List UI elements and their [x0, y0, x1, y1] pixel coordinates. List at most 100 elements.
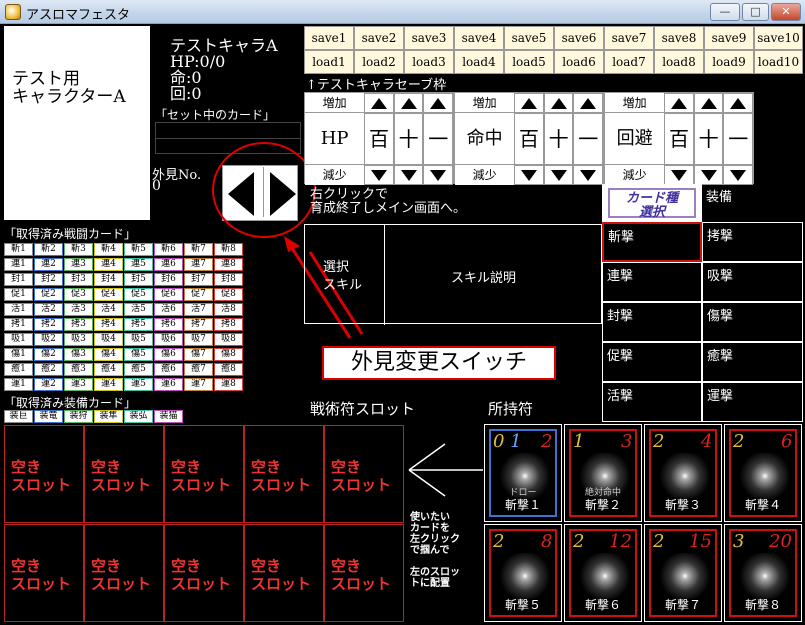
owned-card[interactable]: 1 3 斬撃２ 絶対命中: [564, 424, 642, 522]
tactic-card-運2[interactable]: 運2: [34, 378, 63, 391]
tactic-card-斬3[interactable]: 斬3: [64, 243, 93, 256]
owned-card[interactable]: 2 6 斬撃４: [724, 424, 802, 522]
equip-card-装竜[interactable]: 装竜: [34, 410, 63, 423]
decrease-ten-button[interactable]: [543, 165, 574, 185]
save-slot-7[interactable]: save7: [604, 26, 654, 50]
tactic-card-吸6[interactable]: 吸6: [154, 333, 183, 346]
tactic-card-連4[interactable]: 連4: [94, 258, 123, 271]
decrease-hundred-button[interactable]: [664, 165, 694, 185]
tactic-card-吸1[interactable]: 吸1: [4, 333, 33, 346]
increase-one-button[interactable]: [723, 93, 753, 113]
save-slot-6[interactable]: save6: [554, 26, 604, 50]
card-type-select-button[interactable]: カード種 選択: [608, 188, 696, 220]
tactic-card-活6[interactable]: 活6: [154, 303, 183, 316]
tactic-card-傷5[interactable]: 傷5: [124, 348, 153, 361]
category-促撃[interactable]: 促撃: [602, 342, 702, 382]
tactic-card-促8[interactable]: 促8: [214, 288, 243, 301]
owned-card[interactable]: 3 20 斬撃８: [724, 524, 802, 622]
decrease-one-button[interactable]: [423, 165, 453, 185]
equip-card-装隼[interactable]: 装隼: [94, 410, 123, 423]
tactic-card-促6[interactable]: 促6: [154, 288, 183, 301]
decrease-one-button[interactable]: [573, 165, 603, 185]
save-slot-9[interactable]: save9: [704, 26, 754, 50]
tactic-card-癒2[interactable]: 癒2: [34, 363, 63, 376]
increase-ten-button[interactable]: [393, 93, 424, 113]
tactic-card-拷1[interactable]: 拷1: [4, 318, 33, 331]
tactic-card-封8[interactable]: 封8: [214, 273, 243, 286]
tactic-card-癒6[interactable]: 癒6: [154, 363, 183, 376]
minimize-button[interactable]: —: [710, 3, 740, 21]
owned-card[interactable]: 2 8 斬撃５: [484, 524, 562, 622]
tactic-card-癒1[interactable]: 癒1: [4, 363, 33, 376]
tactic-card-封2[interactable]: 封2: [34, 273, 63, 286]
save-slot-2[interactable]: save2: [354, 26, 404, 50]
category-連撃[interactable]: 連撃: [602, 262, 702, 302]
increase-one-button[interactable]: [573, 93, 603, 113]
increase-ten-button[interactable]: [693, 93, 724, 113]
save-slot-8[interactable]: save8: [654, 26, 704, 50]
tactic-card-活7[interactable]: 活7: [184, 303, 213, 316]
tactic-card-活2[interactable]: 活2: [34, 303, 63, 316]
equip-card-装弘[interactable]: 装弘: [124, 410, 153, 423]
tactic-card-促5[interactable]: 促5: [124, 288, 153, 301]
equip-card-装猫[interactable]: 装猫: [154, 410, 183, 423]
tactic-card-拷2[interactable]: 拷2: [34, 318, 63, 331]
tactic-card-活3[interactable]: 活3: [64, 303, 93, 316]
tactic-card-癒7[interactable]: 癒7: [184, 363, 213, 376]
tactic-card-封6[interactable]: 封6: [154, 273, 183, 286]
save-slot-5[interactable]: save5: [504, 26, 554, 50]
tactic-card-封7[interactable]: 封7: [184, 273, 213, 286]
tactic-card-活5[interactable]: 活5: [124, 303, 153, 316]
empty-tactic-slot[interactable]: 空き スロット: [164, 524, 244, 622]
category-吸撃[interactable]: 吸撃: [702, 262, 803, 302]
equip-card-装狩[interactable]: 装狩: [64, 410, 93, 423]
tactic-card-運7[interactable]: 運7: [184, 378, 213, 391]
category-拷撃[interactable]: 拷撃: [702, 222, 803, 262]
tactic-card-活8[interactable]: 活8: [214, 303, 243, 316]
tactic-card-促4[interactable]: 促4: [94, 288, 123, 301]
load-slot-4[interactable]: load4: [454, 50, 504, 74]
tactic-card-吸5[interactable]: 吸5: [124, 333, 153, 346]
tactic-card-連2[interactable]: 連2: [34, 258, 63, 271]
tactic-card-運8[interactable]: 運8: [214, 378, 243, 391]
tactic-card-癒5[interactable]: 癒5: [124, 363, 153, 376]
increase-hundred-button[interactable]: [364, 93, 394, 113]
empty-tactic-slot[interactable]: 空き スロット: [4, 524, 84, 622]
tactic-card-連3[interactable]: 連3: [64, 258, 93, 271]
owned-card[interactable]: 2 4 斬撃３: [644, 424, 722, 522]
equip-card-装巨[interactable]: 装巨: [4, 410, 33, 423]
tactic-card-促1[interactable]: 促1: [4, 288, 33, 301]
empty-tactic-slot[interactable]: 空き スロット: [84, 524, 164, 622]
empty-tactic-slot[interactable]: 空き スロット: [84, 425, 164, 523]
close-button[interactable]: ✕: [771, 3, 801, 21]
tactic-card-斬8[interactable]: 斬8: [214, 243, 243, 256]
save-slot-1[interactable]: save1: [304, 26, 354, 50]
tactic-card-傷6[interactable]: 傷6: [154, 348, 183, 361]
load-slot-10[interactable]: load10: [754, 50, 803, 74]
tactic-card-斬2[interactable]: 斬2: [34, 243, 63, 256]
tactic-card-連8[interactable]: 連8: [214, 258, 243, 271]
tactic-card-傷8[interactable]: 傷8: [214, 348, 243, 361]
tactic-card-活1[interactable]: 活1: [4, 303, 33, 316]
category-運撃[interactable]: 運撃: [702, 382, 803, 422]
tactic-card-促2[interactable]: 促2: [34, 288, 63, 301]
tactic-card-吸2[interactable]: 吸2: [34, 333, 63, 346]
tactic-card-傷3[interactable]: 傷3: [64, 348, 93, 361]
empty-tactic-slot[interactable]: 空き スロット: [324, 425, 404, 523]
save-slot-4[interactable]: save4: [454, 26, 504, 50]
tactic-card-封5[interactable]: 封5: [124, 273, 153, 286]
load-slot-7[interactable]: load7: [604, 50, 654, 74]
tactic-card-癒8[interactable]: 癒8: [214, 363, 243, 376]
tactic-card-連5[interactable]: 連5: [124, 258, 153, 271]
save-slot-3[interactable]: save3: [404, 26, 454, 50]
tactic-card-吸8[interactable]: 吸8: [214, 333, 243, 346]
tactic-card-拷5[interactable]: 拷5: [124, 318, 153, 331]
tactic-card-活4[interactable]: 活4: [94, 303, 123, 316]
increase-one-button[interactable]: [423, 93, 453, 113]
category-活撃[interactable]: 活撃: [602, 382, 702, 422]
decrease-one-button[interactable]: [723, 165, 753, 185]
load-slot-8[interactable]: load8: [654, 50, 704, 74]
tactic-card-傷2[interactable]: 傷2: [34, 348, 63, 361]
tactic-card-傷7[interactable]: 傷7: [184, 348, 213, 361]
tactic-card-促3[interactable]: 促3: [64, 288, 93, 301]
